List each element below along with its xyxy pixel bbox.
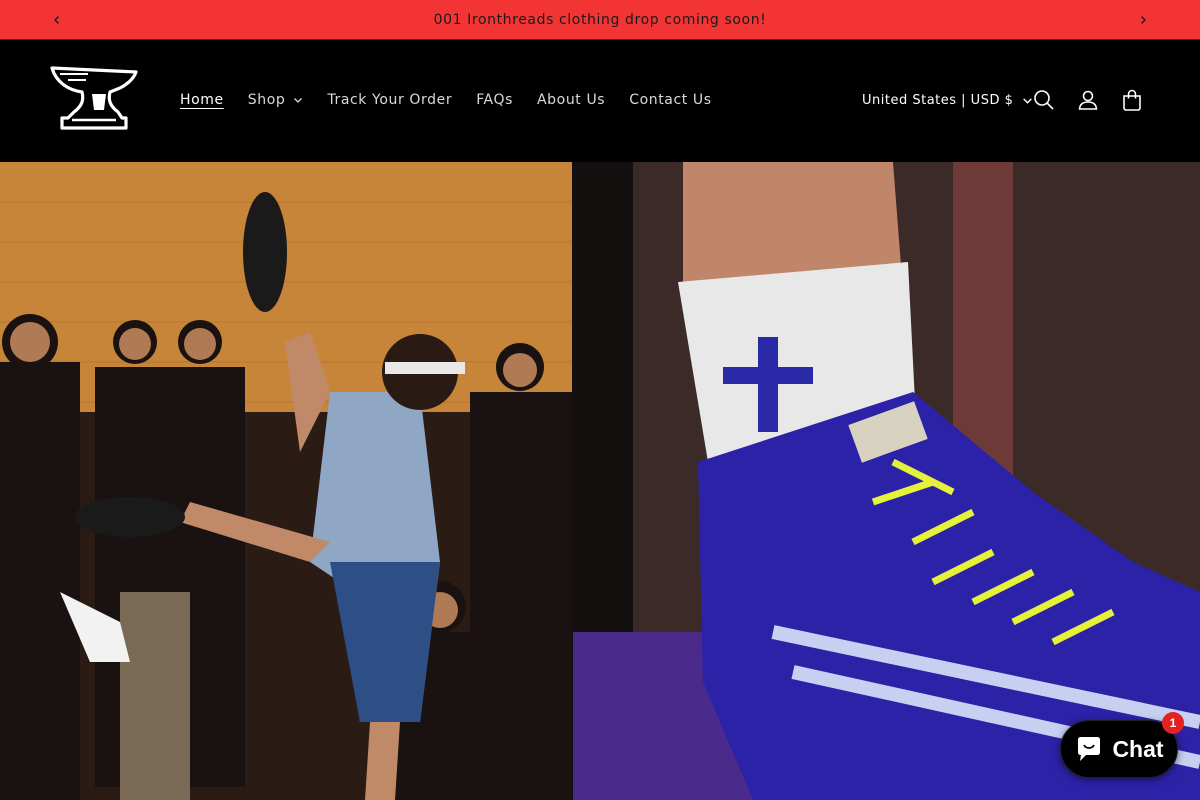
search-icon [1034,90,1054,110]
announcement-next-button[interactable] [1123,0,1163,39]
announcement-bar: 001 Ironthreads clothing drop coming soo… [0,0,1200,39]
wrestler-scene-illustration [0,162,572,800]
site-header: Home Shop Track Your Order FAQs About Us… [0,40,1200,162]
chevron-right-icon [1141,15,1146,24]
nav-item-home[interactable]: Home [168,85,236,115]
account-icon [1078,90,1098,110]
chat-bubble-icon [1078,737,1101,761]
nav-item-shop[interactable]: Shop [236,85,316,115]
nav-item-about-us[interactable]: About Us [525,85,617,115]
cart-button[interactable] [1116,84,1148,116]
cart-icon [1123,89,1141,111]
chevron-left-icon [54,15,59,24]
announcement-prev-button[interactable] [37,0,77,39]
wrestling-shoe-closeup-photo [573,162,1200,800]
search-button[interactable] [1028,84,1060,116]
wrestler-kicking-photo [0,162,572,800]
chat-label: Chat [1112,735,1164,762]
nav-item-faqs[interactable]: FAQs [464,85,525,115]
announcement-text[interactable]: 001 Ironthreads clothing drop coming soo… [434,12,767,28]
nav-item-contact-us[interactable]: Contact Us [617,85,723,115]
chevron-down-icon [294,98,303,103]
chat-notification-badge: 1 [1162,712,1184,734]
site-logo[interactable] [48,66,140,132]
account-button[interactable] [1072,84,1104,116]
nav-item-label: Shop [247,92,286,108]
hero-banner[interactable] [0,162,1200,800]
anvil-logo-icon [50,66,138,130]
nav-item-track-order[interactable]: Track Your Order [315,85,464,115]
main-nav: Home Shop Track Your Order FAQs About Us… [168,85,724,115]
chat-button[interactable]: Chat [1060,720,1178,778]
currency-label: United States | USD $ [862,92,1014,108]
shoe-scene-illustration [573,162,1200,800]
currency-selector[interactable]: United States | USD $ [862,85,1033,115]
